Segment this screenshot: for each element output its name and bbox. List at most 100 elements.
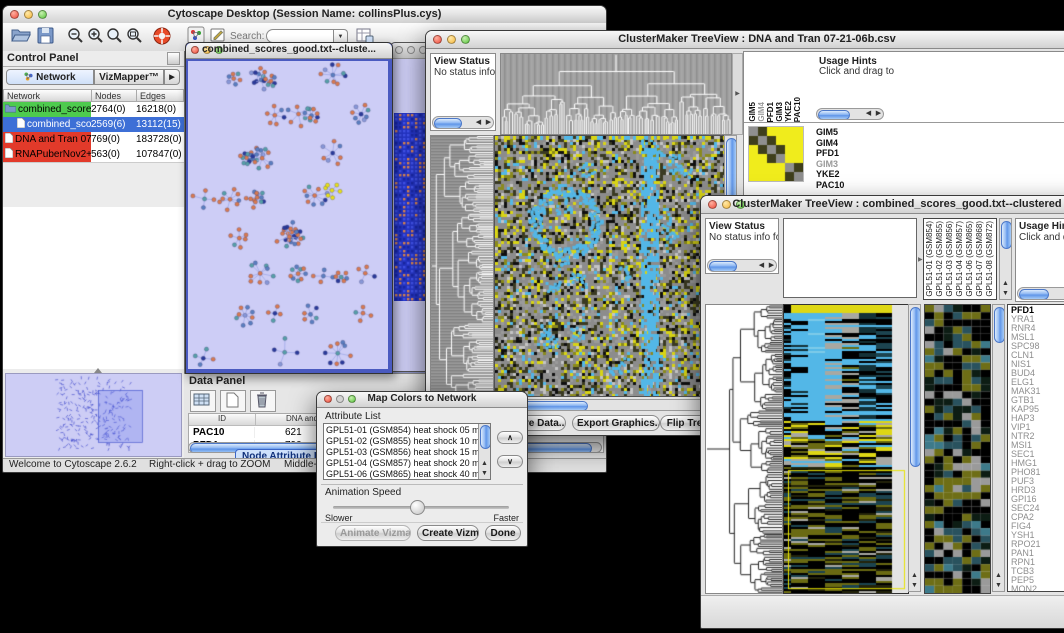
usage-hints-scrollbar[interactable]: ◀ ▶ [816, 108, 884, 120]
view-status-scrollbar[interactable]: ◀ ▶ [707, 259, 777, 272]
search-input[interactable] [266, 29, 334, 43]
zoom-in-icon[interactable] [86, 26, 106, 46]
scroll-up-button[interactable]: ▲ [480, 459, 489, 469]
network-table-header: Network Nodes Edges [3, 89, 184, 102]
zoom-fit-icon[interactable] [105, 26, 125, 46]
gene-label[interactable]: GIM5 [816, 127, 844, 138]
column-labels-scrollbar[interactable]: ▲ ▼ [999, 218, 1012, 300]
treeview2-title: ClusterMaker TreeView : combined_scores_… [701, 198, 1064, 210]
scrollbar-thumb[interactable] [994, 307, 1005, 343]
zoom-out-icon[interactable] [66, 26, 86, 46]
scroll-up-button[interactable]: ▲ [1001, 279, 1010, 289]
scroll-down-button[interactable]: ▼ [480, 469, 489, 479]
scroll-left-button[interactable]: ◀ [864, 109, 873, 119]
scrollbar-thumb[interactable] [910, 307, 921, 467]
select-attributes-icon[interactable] [190, 390, 216, 412]
usage-hints-scrollbar[interactable]: ◀ ▶ [1017, 287, 1064, 300]
scroll-down-button[interactable]: ▼ [1001, 289, 1010, 299]
scrollbar-thumb[interactable] [1001, 221, 1012, 249]
heatmap-vscrollbar[interactable]: ▲ ▼ [908, 304, 921, 592]
row-dendrogram-canvas[interactable] [705, 304, 783, 594]
tab-vizmapper[interactable]: VizMapper™ [94, 69, 164, 85]
network-list-row[interactable]: combined_scores2764(0)16218(0) [3, 102, 184, 117]
network-view-canvas[interactable] [188, 61, 388, 369]
column-dendrogram-area[interactable] [783, 218, 917, 298]
scroll-down-button[interactable]: ▼ [910, 581, 919, 591]
gene-label[interactable]: GIM3 [816, 159, 844, 170]
scroll-left-button[interactable]: ◀ [757, 261, 766, 271]
heatmap-hscrollbar[interactable]: ◀ ▶ [494, 399, 723, 411]
column-dendrogram-canvas[interactable] [500, 53, 732, 135]
scroll-up-button[interactable]: ▲ [910, 571, 919, 581]
attribute-list-scrollbar[interactable]: ▲ ▼ [478, 424, 490, 479]
heatmap-canvas[interactable] [783, 304, 909, 594]
dialog-title-bar[interactable]: Map Colors to Network [317, 392, 527, 408]
col-header-edges[interactable]: Edges [137, 89, 184, 102]
col-header-network[interactable]: Network [3, 89, 92, 102]
attribute-list-item[interactable]: GPL51-03 (GSM856) heat shock 15 min [326, 447, 477, 458]
tab-network[interactable]: Network [6, 69, 94, 85]
scrollbar-thumb[interactable] [709, 261, 737, 272]
new-attribute-icon[interactable] [220, 390, 246, 412]
close-icon[interactable] [395, 46, 403, 54]
network-list-row[interactable]: RNAPuberNov2+563(0)107847(0) [3, 147, 184, 162]
gene-label[interactable]: YKE2 [816, 169, 844, 180]
splitter-arrow[interactable]: ▶ [732, 53, 743, 135]
scrollbar-thumb[interactable] [1019, 289, 1049, 300]
col-header-nodes[interactable]: Nodes [92, 89, 137, 102]
scrollbar-thumb[interactable] [480, 425, 490, 449]
column-labels-panel: GPL51-01 (GSM854)GPL51-02 (GSM855)GPL51-… [923, 218, 997, 300]
help-lifering-icon[interactable] [152, 26, 172, 46]
attribute-list-item[interactable]: GPL51-06 (GSM865) heat shock 40 min [326, 469, 477, 480]
birdseye-view[interactable] [5, 373, 182, 457]
doc-icon [5, 148, 13, 161]
export-graphics-button[interactable]: Export Graphics... [572, 415, 660, 431]
open-file-icon[interactable] [11, 26, 31, 46]
scroll-right-button[interactable]: ▶ [874, 109, 883, 119]
zoom-view-canvas[interactable] [924, 304, 991, 594]
heatmap-canvas[interactable] [494, 135, 725, 397]
view-status-scrollbar[interactable]: ◀ ▶ [432, 116, 494, 129]
animation-slider-thumb[interactable] [410, 500, 425, 515]
data-col-id[interactable]: ID [189, 414, 256, 425]
main-title-bar[interactable]: Cytoscape Desktop (Session Name: collins… [3, 6, 606, 24]
move-down-button[interactable]: ∨ [497, 455, 523, 468]
animate-vizmap-button[interactable]: Animate Vizmap [335, 525, 411, 541]
scroll-down-button[interactable]: ▼ [994, 581, 1003, 591]
scrollbar-thumb[interactable] [434, 118, 462, 129]
float-panel-icon[interactable] [167, 52, 180, 65]
treeview1-title-bar[interactable]: ClusterMaker TreeView : DNA and Tran 07-… [426, 31, 1064, 49]
gene-label[interactable]: MON2 [1011, 585, 1064, 592]
network-edges-count: 107847(0) [136, 149, 183, 160]
create-vizmap-button[interactable]: Create Vizmap [417, 525, 479, 541]
done-button[interactable]: Done [485, 525, 521, 541]
tab-overflow-button[interactable]: ▶ [164, 69, 180, 85]
gene-list-scrollbar[interactable]: ▲ ▼ [992, 304, 1005, 592]
treeview2-title-bar[interactable]: ClusterMaker TreeView : combined_scores_… [701, 196, 1064, 214]
summary-matrix-canvas[interactable] [748, 126, 804, 182]
attribute-listbox[interactable]: GPL51-01 (GSM854) heat shock 05 minGPL51… [323, 423, 491, 480]
scroll-left-button[interactable]: ◀ [474, 118, 483, 128]
network-list-row[interactable]: DNA and Tran 07769(0)183728(0) [3, 132, 184, 147]
minimize-icon[interactable] [407, 46, 415, 54]
delete-attribute-icon[interactable] [250, 390, 276, 412]
scrollbar-thumb[interactable] [818, 110, 850, 120]
gene-label[interactable]: PFD1 [816, 148, 844, 159]
scroll-right-button[interactable]: ▶ [767, 261, 776, 271]
attribute-list-item[interactable]: GPL51-02 (GSM855) heat shock 10 min [326, 436, 477, 447]
attribute-list-item[interactable]: GPL51-01 (GSM854) heat shock 05 min [326, 425, 477, 436]
network-list-row[interactable]: combined_sco2569(6)13112(15) [3, 117, 184, 132]
splitter-arrow[interactable]: ▶ [918, 256, 923, 263]
matrix-gene-list: GIM5GIM4PFD1GIM3YKE2PAC10 [816, 127, 844, 190]
scroll-right-button[interactable]: ▶ [484, 118, 493, 128]
network-window-title-bar[interactable]: combined_scores_good.txt--cluste... [186, 43, 392, 59]
zoom-selected-icon[interactable] [125, 26, 145, 46]
gene-label[interactable]: GIM4 [816, 138, 844, 149]
gene-label[interactable]: PAC10 [816, 180, 844, 191]
move-up-button[interactable]: ∧ [497, 431, 523, 444]
birdseye-canvas[interactable] [6, 374, 179, 452]
save-icon[interactable] [36, 26, 56, 46]
row-dendrogram-canvas[interactable] [430, 135, 494, 397]
scroll-up-button[interactable]: ▲ [994, 571, 1003, 581]
attribute-list-item[interactable]: GPL51-04 (GSM857) heat shock 20 min [326, 458, 477, 469]
